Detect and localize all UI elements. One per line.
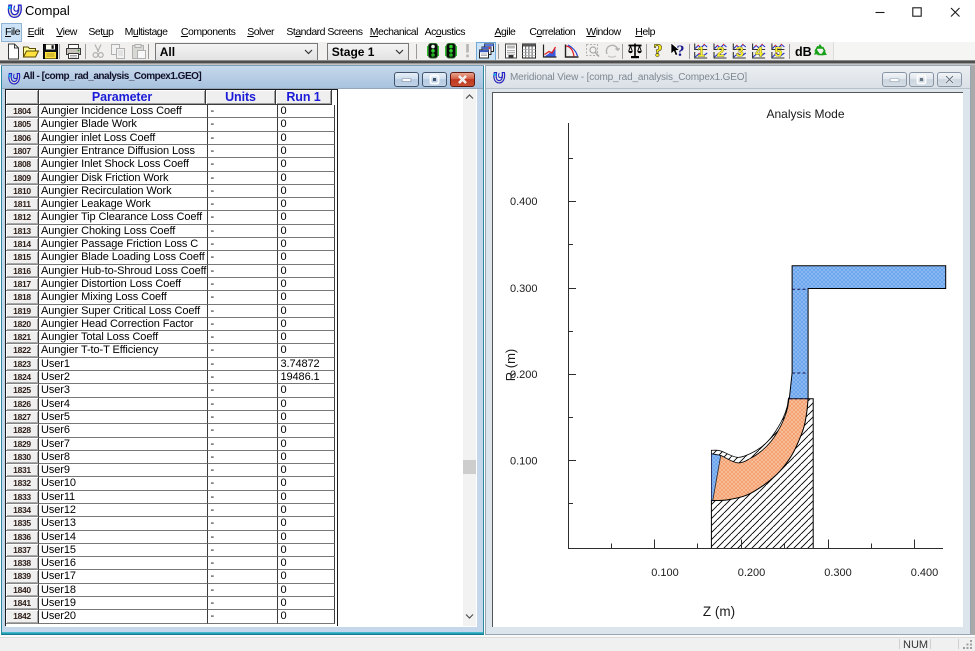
svg-text:R (m): R (m): [503, 349, 518, 382]
svg-text:0.300: 0.300: [824, 567, 852, 579]
svg-text:Analysis Mode: Analysis Mode: [766, 107, 844, 121]
svg-text:1: 1: [697, 44, 705, 60]
svg-text:0.400: 0.400: [510, 196, 538, 208]
svg-text:3: 3: [736, 44, 744, 60]
svg-text:5: 5: [775, 44, 783, 60]
svg-text:0.200: 0.200: [738, 567, 766, 579]
svg-text:?: ?: [654, 42, 663, 61]
svg-text:0.300: 0.300: [510, 283, 538, 295]
svg-text:0.400: 0.400: [911, 567, 939, 579]
svg-text:0.100: 0.100: [651, 567, 679, 579]
svg-text:4: 4: [755, 44, 763, 60]
svg-text:Z (m): Z (m): [703, 604, 735, 619]
svg-text:2: 2: [717, 44, 725, 60]
svg-text:dB: dB: [795, 45, 812, 59]
svg-text:0.100: 0.100: [510, 456, 538, 468]
svg-text:?: ?: [677, 43, 685, 60]
